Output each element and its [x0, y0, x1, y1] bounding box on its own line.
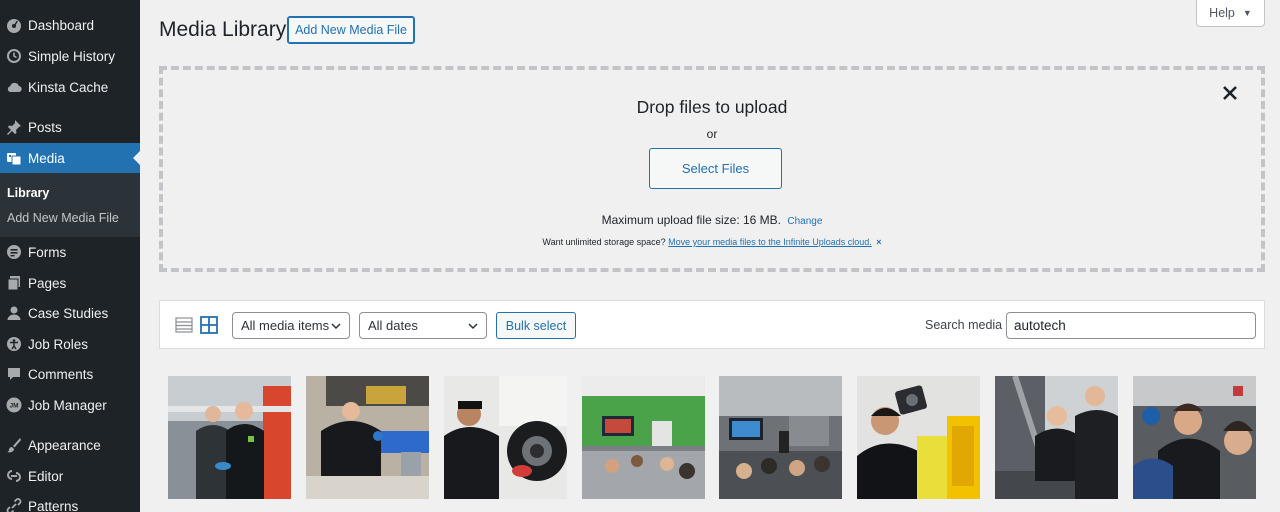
sidebar-item-label: Pages [28, 275, 67, 291]
change-link[interactable]: Change [787, 216, 822, 227]
media-type-filter[interactable]: All media items [232, 312, 350, 339]
dropzone-title: Drop files to upload [636, 97, 788, 117]
sidebar-item-job-roles[interactable]: Job Roles [0, 329, 140, 359]
sidebar-item-pages[interactable]: Pages [0, 268, 140, 298]
cloud-icon [0, 79, 28, 95]
pin-icon [0, 119, 28, 135]
sidebar-item-label: Job Manager [28, 397, 107, 413]
sidebar-item-simple-history[interactable]: Simple History [0, 41, 140, 71]
media-thumbnail[interactable] [719, 376, 842, 499]
user-icon [0, 305, 28, 321]
comment-icon [0, 366, 28, 382]
date-filter-value: All dates [368, 318, 418, 333]
sidebar-item-label: Simple History [28, 48, 116, 64]
sidebar-item-kinsta-cache[interactable]: Kinsta Cache [0, 72, 140, 102]
media-thumbnail[interactable] [857, 376, 980, 499]
media-thumbnail[interactable] [168, 376, 291, 499]
sidebar-item-forms[interactable]: Forms [0, 237, 140, 267]
sidebar-item-patterns[interactable]: Patterns [0, 491, 140, 512]
brush-icon [0, 437, 28, 453]
sidebar-item-label: Job Roles [28, 336, 89, 352]
dropzone-or: or [706, 127, 718, 141]
sidebar-item-label: Dashboard [28, 17, 95, 33]
dashboard-icon [0, 17, 28, 33]
sidebar-item-appearance[interactable]: Appearance [0, 430, 140, 460]
sidebar-item-comments[interactable]: Comments [0, 359, 140, 389]
media-thumbnail[interactable] [582, 376, 705, 499]
help-button[interactable]: Help ▼ [1196, 0, 1265, 27]
sidebar-item-label: Comments [28, 366, 94, 382]
sidebar-item-label: Editor [28, 468, 64, 484]
bulk-select-button[interactable]: Bulk select [496, 312, 576, 339]
page-title: Media Library [159, 18, 287, 41]
media-type-value: All media items [241, 318, 330, 333]
chevron-down-icon [468, 323, 478, 330]
sidebar-item-job-manager[interactable]: JM Job Manager [0, 390, 140, 420]
media-thumbnail[interactable] [995, 376, 1118, 499]
admin-sidebar: Dashboard Simple History Kinsta Cache Po… [0, 0, 140, 512]
sidebar-item-label: Posts [28, 119, 62, 135]
sidebar-item-label: Forms [28, 244, 67, 260]
media-toolbar: All media items All dates Bulk select Se… [159, 300, 1265, 349]
sidebar-item-label: Media [28, 150, 65, 166]
sidebar-item-label: Kinsta Cache [28, 79, 109, 95]
sidebar-item-media[interactable]: Media [0, 143, 140, 173]
max-upload-text: Maximum upload file size: 16 MB. [601, 213, 782, 227]
add-new-media-button[interactable]: Add New Media File [287, 16, 415, 44]
sidebar-item-label: Patterns [28, 498, 79, 512]
storage-promo: Want unlimited storage space? Move your … [163, 237, 1261, 247]
upload-dropzone[interactable]: Drop files to upload or Select Files Max… [159, 66, 1265, 272]
caret-down-icon: ▼ [1242, 8, 1252, 18]
jm-icon: JM [0, 397, 28, 413]
chevron-down-icon [331, 323, 341, 330]
media-thumbnail[interactable] [306, 376, 429, 499]
max-upload-size: Maximum upload file size: 16 MB. Change [163, 213, 1261, 227]
media-thumbnail[interactable] [1133, 376, 1256, 499]
history-icon [0, 48, 28, 64]
submenu-add-new[interactable]: Add New Media File [7, 211, 119, 225]
list-view-icon[interactable] [175, 317, 193, 333]
pages-icon [0, 275, 28, 291]
search-media-input[interactable] [1006, 312, 1256, 339]
forms-icon [0, 244, 28, 260]
search-media-label: Search media [925, 318, 1003, 332]
editor-icon [0, 468, 28, 484]
accessibility-icon [0, 336, 28, 352]
grid-view-icon[interactable] [200, 316, 218, 334]
link-icon [0, 498, 28, 512]
promo-dismiss-icon[interactable]: × [876, 237, 881, 247]
media-thumbnail[interactable] [444, 376, 567, 499]
sidebar-item-label: Case Studies [28, 305, 109, 321]
sidebar-item-editor[interactable]: Editor [0, 461, 140, 491]
submenu-library[interactable]: Library [7, 186, 49, 200]
help-label: Help [1209, 6, 1235, 20]
date-filter[interactable]: All dates [359, 312, 487, 339]
media-icon [0, 150, 28, 166]
sidebar-item-dashboard[interactable]: Dashboard [0, 10, 140, 40]
promo-text: Want unlimited storage space? [542, 237, 666, 247]
select-files-button[interactable]: Select Files [649, 148, 782, 189]
jm-badge-text: JM [9, 403, 18, 410]
promo-link[interactable]: Move your media files to the Infinite Up… [668, 237, 872, 247]
media-submenu: Library Add New Media File [0, 173, 140, 237]
sidebar-item-label: Appearance [28, 437, 101, 453]
sidebar-item-case-studies[interactable]: Case Studies [0, 298, 140, 328]
sidebar-item-posts[interactable]: Posts [0, 112, 140, 142]
